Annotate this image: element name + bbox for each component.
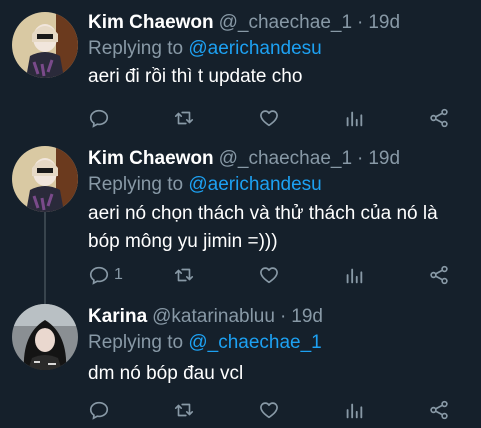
reply-button[interactable] — [88, 105, 114, 131]
action-bar: 1 — [78, 262, 468, 288]
retweet-button[interactable] — [173, 262, 195, 288]
replying-to-link[interactable]: @_chaechae_1 — [188, 332, 321, 353]
replying-to: Replying to @_chaechae_1 — [88, 332, 322, 354]
replying-to-label: Replying to — [88, 332, 184, 353]
timestamp[interactable]: 19d — [368, 148, 400, 170]
author-name[interactable]: Karina — [88, 306, 147, 328]
replying-to: Replying to @aerichandesu — [88, 174, 322, 196]
retweet-icon — [173, 264, 195, 286]
share-button[interactable] — [428, 105, 450, 131]
like-button[interactable] — [258, 262, 280, 288]
replying-to: Replying to @aerichandesu — [88, 38, 322, 60]
like-icon — [258, 399, 280, 421]
analytics-icon — [343, 264, 365, 286]
separator: · — [279, 306, 287, 327]
like-icon — [258, 264, 280, 286]
share-button[interactable] — [428, 262, 450, 288]
analytics-icon — [343, 399, 365, 421]
separator: · — [357, 148, 364, 169]
timestamp[interactable]: 19d — [291, 306, 323, 328]
reply-button[interactable]: 1 — [88, 262, 123, 288]
tweet-text-line: dm nó bóp đau vcl — [88, 363, 244, 384]
replying-to-link[interactable]: @aerichandesu — [188, 38, 321, 59]
like-icon — [258, 107, 280, 129]
avatar[interactable] — [12, 12, 78, 78]
reply-count: 1 — [114, 266, 123, 283]
tweet-text: aeri nó chọn thách và thử thách của nó l… — [88, 201, 468, 255]
analytics-icon — [343, 107, 365, 129]
analytics-button[interactable] — [343, 397, 365, 423]
action-bar — [78, 397, 468, 423]
author-name[interactable]: Kim Chaewon — [88, 148, 214, 170]
like-button[interactable] — [258, 397, 280, 423]
tweet-text-line: aeri nó chọn thách và thử thách của nó l… — [88, 203, 438, 224]
author-handle[interactable]: @katarinabluu — [152, 306, 275, 328]
tweet-text: dm nó bóp đau vcl — [88, 361, 468, 387]
timestamp[interactable]: 19d — [368, 12, 400, 34]
replying-to-label: Replying to — [88, 174, 184, 195]
share-icon — [428, 107, 450, 129]
retweet-icon — [173, 107, 195, 129]
author-name[interactable]: Kim Chaewon — [88, 12, 214, 34]
thread-connector — [44, 212, 46, 304]
retweet-button[interactable] — [173, 397, 195, 423]
replying-to-label: Replying to — [88, 38, 184, 59]
avatar[interactable] — [12, 146, 78, 212]
like-button[interactable] — [258, 105, 280, 131]
analytics-button[interactable] — [343, 262, 365, 288]
share-icon — [428, 264, 450, 286]
share-icon — [428, 399, 450, 421]
tweet-text-line: aeri đi rồi thì t update cho — [88, 66, 303, 87]
reply-icon — [88, 399, 110, 421]
avatar[interactable] — [12, 304, 78, 370]
share-button[interactable] — [428, 397, 450, 423]
author-handle[interactable]: @_chaechae_1 — [219, 148, 352, 170]
retweet-icon — [173, 399, 195, 421]
action-bar — [78, 105, 468, 131]
replying-to-link[interactable]: @aerichandesu — [188, 174, 321, 195]
analytics-button[interactable] — [343, 105, 365, 131]
reply-icon — [88, 264, 110, 286]
tweet-text: aeri đi rồi thì t update cho — [88, 64, 468, 90]
tweet-text-line: bóp mông yu jimin =))) — [88, 231, 278, 252]
separator: · — [357, 12, 364, 33]
reply-icon — [88, 107, 110, 129]
reply-button[interactable] — [88, 397, 114, 423]
retweet-button[interactable] — [173, 105, 195, 131]
author-handle[interactable]: @_chaechae_1 — [219, 12, 352, 34]
